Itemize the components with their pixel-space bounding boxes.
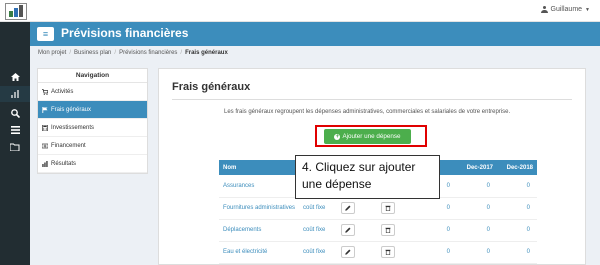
section-description: Les frais généraux regroupent les dépens… (224, 109, 511, 115)
chart-icon[interactable] (0, 86, 30, 102)
expense-name-link[interactable]: Assurances (219, 175, 299, 198)
cart-icon (42, 88, 48, 95)
cell-value[interactable]: 0 (457, 241, 497, 264)
nav-item-label: Résultats (51, 160, 77, 167)
cell-value[interactable]: 0 (497, 175, 537, 198)
expense-name-link[interactable]: Fournitures administratives (219, 197, 299, 220)
pencil-icon (345, 249, 351, 255)
cell-value[interactable]: 0 (417, 197, 457, 220)
folder-icon[interactable] (0, 139, 30, 155)
nav-item-label: Investissements (51, 124, 95, 131)
expense-type: coût fixe (299, 241, 337, 264)
navigation-panel: Navigation Activités Frais généraux Inve… (37, 68, 148, 174)
expense-name-link[interactable]: Eau et électricité (219, 241, 299, 264)
cell-value[interactable]: 0 (497, 197, 537, 220)
cell-value[interactable]: 0 (457, 219, 497, 242)
callout-line: 4. Cliquez sur ajouter (302, 160, 416, 174)
section-title: Frais généraux (172, 81, 251, 93)
list-icon[interactable] (0, 122, 30, 138)
cell-value[interactable]: 0 (417, 241, 457, 264)
nav-item-label: Frais généraux (51, 106, 92, 113)
breadcrumb-active: Frais généraux (185, 50, 228, 56)
column-header-dec-2017[interactable]: Dec-2017 (457, 160, 497, 175)
cell-value[interactable]: 0 (417, 219, 457, 242)
app-logo[interactable] (5, 3, 27, 20)
table-row: Déplacements coût fixe 0 0 0 (219, 219, 537, 242)
cell-value[interactable]: 0 (497, 241, 537, 264)
edit-button[interactable] (341, 224, 355, 236)
pencil-icon (345, 205, 351, 211)
user-menu[interactable]: Guillaume ▼ (540, 6, 590, 13)
table-row: Eau et électricité coût fixe 0 0 0 (219, 241, 537, 264)
delete-button[interactable] (381, 224, 395, 236)
nav-item-resultats[interactable]: Résultats (38, 155, 147, 173)
delete-button[interactable] (381, 246, 395, 258)
divider (172, 99, 572, 100)
nav-item-label: Financement (51, 142, 86, 149)
money-icon (42, 143, 48, 148)
menu-button[interactable]: ≡ (37, 27, 54, 41)
cell-value[interactable]: 0 (457, 197, 497, 220)
column-header-dec-2018[interactable]: Dec-2018 (497, 160, 537, 175)
expense-name-link[interactable]: Déplacements (219, 219, 299, 242)
hamburger-icon: ≡ (42, 28, 49, 39)
breadcrumb-item[interactable]: Prévisions financières (119, 50, 177, 56)
sidebar (0, 22, 30, 265)
delete-button[interactable] (381, 202, 395, 214)
nav-item-activites[interactable]: Activités (38, 83, 147, 101)
user-icon (540, 6, 548, 13)
edit-button[interactable] (341, 202, 355, 214)
column-header-nom[interactable]: Nom (219, 160, 299, 175)
nav-item-label: Activités (51, 88, 74, 95)
expense-type: coût fixe (299, 197, 337, 220)
cell-value[interactable]: 0 (457, 175, 497, 198)
user-name: Guillaume (550, 6, 583, 13)
bar-chart-icon (42, 160, 48, 167)
trash-icon (385, 249, 391, 255)
nav-item-investissements[interactable]: Investissements (38, 119, 147, 137)
breadcrumb-item[interactable]: Mon projet (38, 50, 66, 56)
top-bar: Guillaume ▼ (0, 0, 600, 22)
page-title: Prévisions financières (61, 26, 189, 40)
flag-icon (42, 106, 48, 113)
home-icon[interactable] (0, 69, 30, 85)
trash-icon (385, 227, 391, 233)
nav-item-frais-generaux[interactable]: Frais généraux (38, 101, 147, 119)
edit-button[interactable] (341, 246, 355, 258)
callout-line: une dépense (302, 177, 372, 191)
pencil-icon (345, 227, 351, 233)
navigation-title: Navigation (38, 69, 147, 83)
breadcrumb-item[interactable]: Business plan (74, 50, 111, 56)
calculator-icon (42, 124, 48, 131)
expense-type: coût fixe (299, 219, 337, 242)
page-header: ≡ Prévisions financières (30, 22, 600, 46)
nav-item-financement[interactable]: Financement (38, 137, 147, 155)
cell-value[interactable]: 0 (497, 219, 537, 242)
search-icon[interactable] (0, 105, 30, 121)
chevron-down-icon: ▼ (585, 6, 590, 13)
instruction-callout: 4. Cliquez sur ajouter une dépense (295, 155, 440, 199)
trash-icon (385, 205, 391, 211)
highlight-frame (315, 125, 427, 147)
table-row: Fournitures administratives coût fixe 0 … (219, 197, 537, 220)
breadcrumb: Mon projet / Business plan / Prévisions fina… (38, 50, 228, 56)
